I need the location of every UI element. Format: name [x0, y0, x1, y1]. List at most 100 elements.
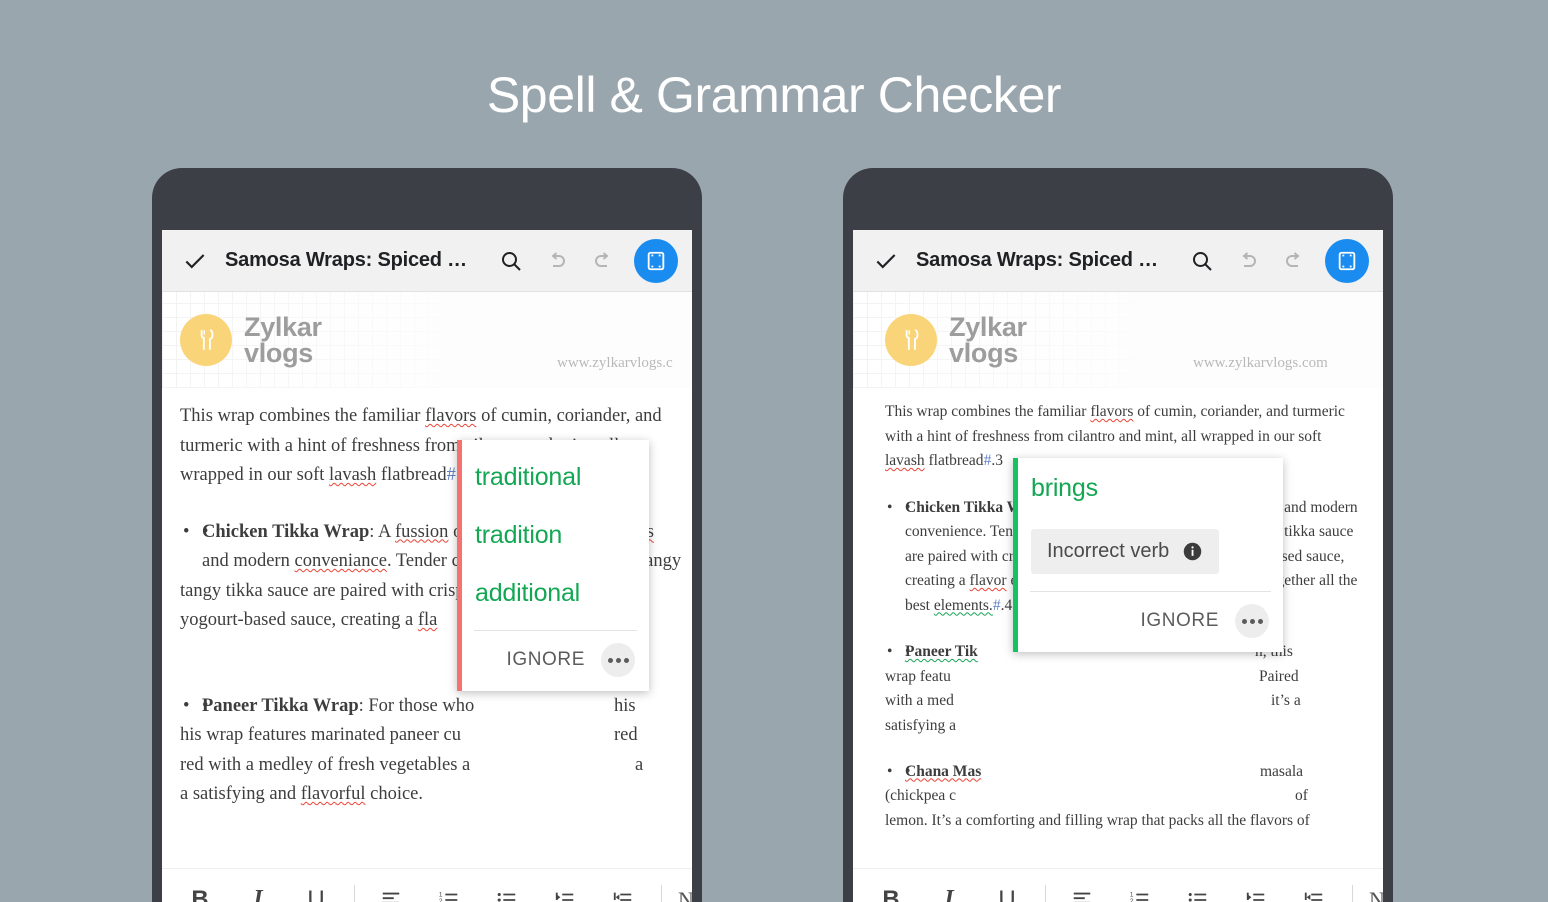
text-run: tangy tikka sauce are paired with crisp …	[180, 580, 483, 601]
bold-button[interactable]: B	[871, 880, 911, 902]
fork-and-knife-icon	[885, 314, 937, 366]
italic-button[interactable]: I	[238, 880, 278, 902]
more-options-button[interactable]	[601, 643, 635, 677]
grammar-error-word[interactable]: elements.	[934, 597, 993, 614]
undo-icon[interactable]	[1235, 248, 1261, 274]
ignore-button[interactable]: IGNORE	[1140, 610, 1219, 632]
app-bar-left: Samosa Wraps: Spiced …	[162, 230, 692, 292]
text-run: yogourt-based sauce, creating a	[180, 610, 418, 630]
underline-button[interactable]: U	[987, 880, 1027, 902]
brand-line-2: vlogs	[244, 338, 314, 368]
text-run: red	[614, 725, 638, 745]
grammar-reason-chip[interactable]: Incorrect verb	[1031, 529, 1220, 574]
align-left-icon[interactable]	[1062, 880, 1102, 902]
bullet-list-icon[interactable]	[1178, 880, 1218, 902]
document-banner-right: Zylkar vlogs www.zylkarvlogs.com	[853, 292, 1383, 388]
text-run: his	[614, 695, 636, 716]
page-title: Spell & Grammar Checker	[486, 67, 1062, 123]
text-run: of	[1295, 787, 1308, 804]
text-run: a satisfying and	[180, 784, 301, 804]
indent-increase-icon[interactable]	[545, 880, 585, 902]
text-run: .3	[991, 452, 1003, 469]
bullet-list-icon[interactable]	[487, 880, 527, 902]
indent-decrease-icon[interactable]	[603, 880, 643, 902]
document-canvas-right[interactable]: Zylkar vlogs www.zylkarvlogs.com This wr…	[853, 292, 1383, 868]
text-run: it’s a	[1271, 692, 1301, 709]
suggestion-option-2[interactable]: additional	[475, 579, 631, 608]
list-item-title: Chana Mas	[905, 762, 982, 780]
document-banner-left: Zylkar vlogs www.zylkarvlogs.c	[162, 292, 692, 388]
phone-screen-left: Samosa Wraps: Spiced … Zylkar vlogs www.…	[162, 230, 692, 902]
text-run: flatbread	[924, 452, 984, 469]
text-run: satisfying a	[885, 716, 957, 734]
popup-accent-bar	[1013, 458, 1018, 652]
align-left-icon[interactable]	[371, 880, 411, 902]
text-run: .4	[1000, 596, 1013, 614]
indent-increase-icon[interactable]	[1236, 880, 1276, 902]
text-run: his wrap features marinated paneer cu	[180, 725, 461, 745]
document-title[interactable]: Samosa Wraps: Spiced …	[225, 249, 467, 272]
text-run: yogourt-based sauce, creating a fla	[180, 606, 437, 636]
hash-marker: #	[446, 465, 456, 485]
undo-icon[interactable]	[544, 248, 570, 274]
check-icon[interactable]	[182, 248, 208, 274]
misspelled-word[interactable]: fla	[418, 610, 438, 630]
phone-screen-right: Samosa Wraps: Spiced … Zylkar vlogs www.…	[853, 230, 1383, 902]
misspelled-word[interactable]: lavash	[329, 465, 376, 485]
edit-mode-button[interactable]	[634, 238, 678, 283]
misspelled-word[interactable]: flavors	[1090, 403, 1133, 420]
misspelled-word[interactable]: flavorful	[301, 784, 366, 804]
search-icon[interactable]	[498, 248, 524, 274]
format-toolbar-right[interactable]: B I U 12 Normal	[853, 868, 1383, 902]
dot	[615, 657, 621, 663]
document-title[interactable]: Samosa Wraps: Spiced …	[916, 249, 1158, 272]
watermark-text: www.zylkarvlogs.com	[1193, 355, 1328, 371]
list-item-title: Paneer Tikka Wrap	[202, 695, 359, 716]
brand-logo: Zylkar vlogs	[885, 313, 1027, 368]
redo-icon[interactable]	[1281, 248, 1307, 274]
toolbar-divider	[354, 884, 355, 902]
misspelled-word[interactable]: flavor	[970, 572, 1007, 589]
bullet-marker: •	[183, 521, 190, 542]
suggestion-option-0[interactable]: traditional	[475, 463, 631, 492]
ignore-button[interactable]: IGNORE	[506, 649, 585, 671]
spelling-suggestion-popup[interactable]: traditional tradition additional IGNORE	[457, 440, 649, 691]
numbered-list-icon[interactable]: 12	[429, 880, 469, 902]
underline-button[interactable]: U	[296, 880, 336, 902]
paragraph-style-label[interactable]: Normal	[678, 887, 692, 902]
format-toolbar-left[interactable]: B I U 12 Normal	[162, 868, 692, 902]
bullet-marker: •	[183, 695, 190, 716]
misspelled-word[interactable]: conveniance	[294, 551, 386, 571]
numbered-list-icon[interactable]: 12	[1120, 880, 1160, 902]
text-run: and modern	[202, 551, 295, 571]
text-run: This wrap combines the familiar	[180, 406, 426, 426]
text-run: choice.	[365, 784, 424, 804]
search-icon[interactable]	[1189, 248, 1215, 274]
more-options-button[interactable]	[1235, 604, 1269, 638]
info-icon[interactable]	[1182, 541, 1203, 562]
italic-button[interactable]: I	[929, 880, 969, 902]
redo-icon[interactable]	[590, 248, 616, 274]
paragraph-style-label[interactable]: Normal	[1369, 887, 1383, 902]
check-icon[interactable]	[873, 248, 899, 274]
misspelled-word[interactable]: flavors	[425, 406, 476, 426]
indent-decrease-icon[interactable]	[1294, 880, 1334, 902]
bold-button[interactable]: B	[180, 880, 220, 902]
misspelled-word[interactable]: fussion	[395, 522, 448, 542]
edit-mode-button[interactable]	[1325, 238, 1369, 283]
dot	[607, 657, 613, 663]
suggestion-option-1[interactable]: tradition	[475, 521, 631, 550]
brand-name: Zylkar vlogs	[949, 313, 1027, 368]
suggestion-option-0[interactable]: brings	[1031, 474, 1265, 503]
brand-name: Zylkar vlogs	[244, 313, 322, 368]
phone-mockup-left: Samosa Wraps: Spiced … Zylkar vlogs www.…	[152, 168, 702, 902]
text-run: masala	[1260, 762, 1304, 780]
misspelled-word[interactable]: lavash	[885, 452, 925, 469]
list-item: • Paneer Tikka Wrap: For those who his h…	[180, 692, 676, 810]
text-run: a satisfying and flavorful choice.	[180, 780, 423, 810]
grammar-suggestion-popup[interactable]: brings Incorrect verb IGNORE	[1013, 458, 1283, 652]
document-canvas-left[interactable]: Zylkar vlogs www.zylkarvlogs.c This wrap…	[162, 292, 692, 868]
text-run: a	[635, 754, 644, 775]
brand-logo: Zylkar vlogs	[180, 313, 322, 368]
brand-line-2: vlogs	[949, 338, 1019, 368]
